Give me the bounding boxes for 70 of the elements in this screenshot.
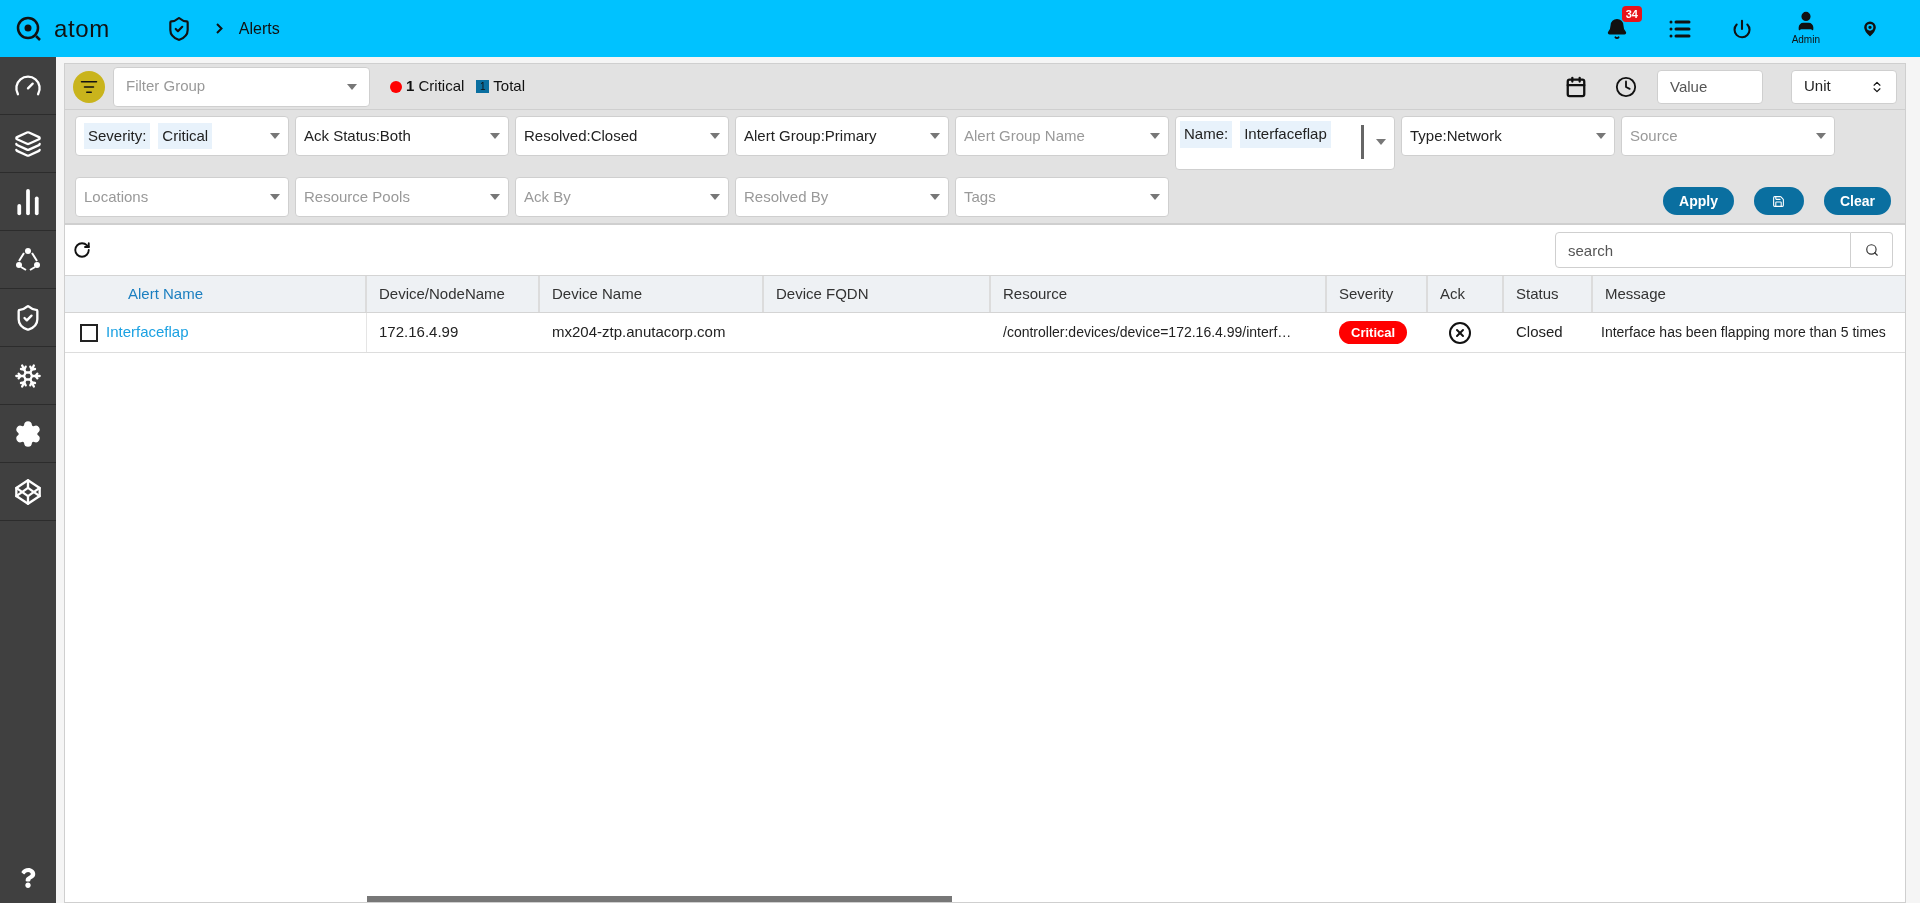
filter-label: Name: — [1180, 121, 1233, 148]
save-icon — [1772, 194, 1786, 208]
cube-icon — [14, 477, 42, 506]
caret-icon — [710, 133, 720, 139]
value-field[interactable]: Value — [1657, 69, 1763, 104]
column-header[interactable]: Ack — [1428, 276, 1504, 312]
search-icon — [1864, 243, 1879, 257]
caret-icon — [1596, 133, 1606, 139]
caret-icon — [490, 133, 500, 139]
caret-icon — [270, 194, 280, 200]
table-cell-text: Closed — [1516, 322, 1563, 343]
column-header[interactable]: Alert Name — [65, 276, 367, 312]
total-count: 1 — [476, 80, 490, 93]
column-header[interactable]: Device Name — [540, 276, 764, 312]
filter-button[interactable] — [73, 70, 105, 103]
filter-dropdown[interactable]: Resolved:Closed — [515, 116, 729, 156]
chevron-right-icon — [215, 23, 223, 34]
caret-icon — [710, 194, 720, 200]
column-header[interactable]: Message — [1593, 276, 1905, 312]
filter-dropdown[interactable]: Name: Interfaceflap — [1175, 116, 1395, 170]
column-header[interactable]: Resource — [991, 276, 1327, 312]
snowflake-icon — [14, 361, 42, 390]
total-label: Total — [493, 76, 526, 97]
calendar-icon[interactable] — [1565, 75, 1587, 98]
column-header[interactable]: Severity — [1327, 276, 1428, 312]
filter-dropdown[interactable]: Severity: Critical — [75, 116, 289, 156]
refresh-icon[interactable] — [73, 241, 91, 259]
notification-badge: 34 — [1621, 5, 1642, 22]
search-field[interactable]: search — [1555, 232, 1851, 268]
table-cell-text: 172.16.4.99 — [379, 322, 459, 343]
filter-chip: Critical — [158, 122, 213, 150]
severity-badge: Critical — [1339, 320, 1408, 345]
unit-select[interactable]: Unit — [1791, 69, 1897, 104]
critical-summary: 1 Critical — [406, 76, 465, 97]
filter-dropdown[interactable]: Type:Network — [1401, 116, 1615, 156]
column-header[interactable]: Status — [1504, 276, 1593, 312]
caret-icon — [930, 133, 940, 139]
nodes-icon — [15, 246, 41, 273]
filter-label: Severity: — [84, 122, 151, 150]
filter-dropdown[interactable]: Ack Status:Both — [295, 116, 509, 156]
power-icon[interactable] — [1731, 18, 1752, 39]
caret-icon — [930, 194, 940, 200]
layers-icon — [14, 129, 42, 158]
map-pin-icon[interactable] — [1860, 18, 1880, 39]
clock-icon[interactable] — [1615, 75, 1637, 98]
action-button[interactable]: Clear — [1823, 187, 1891, 215]
caret-icon — [490, 194, 500, 200]
breadcrumb: Alerts — [238, 18, 280, 39]
app-logo: atom — [54, 13, 110, 44]
filter-chip: Interfaceflap — [1240, 121, 1331, 148]
table-cell-text: mx204-ztp.anutacorp.com — [552, 322, 726, 343]
caret-icon — [1150, 194, 1160, 200]
action-button[interactable]: Apply — [1663, 187, 1734, 215]
bell-icon[interactable] — [1605, 17, 1628, 40]
caret-icon — [1816, 133, 1826, 139]
filter-dropdown[interactable]: Alert Group:Primary — [735, 116, 949, 156]
column-header[interactable]: Device FQDN — [764, 276, 991, 312]
save-button[interactable] — [1753, 187, 1804, 215]
column-header[interactable]: Device/NodeName — [367, 276, 540, 312]
caret-icon — [1150, 133, 1160, 139]
caret-icon — [1376, 139, 1386, 145]
row-checkbox[interactable] — [80, 323, 98, 342]
caret-icon — [347, 83, 357, 90]
table-cell-text: /controller:devices/device=172.16.4.99/interf… — [1003, 323, 1292, 342]
user-name: Admin — [1791, 33, 1820, 47]
horizontal-scrollbar[interactable] — [367, 896, 952, 902]
search-button[interactable] — [1851, 232, 1893, 268]
caret-icon — [270, 133, 280, 139]
table-cell-text: Interface has been flapping more than 5 times — [1601, 323, 1886, 342]
logo-icon — [16, 15, 42, 42]
